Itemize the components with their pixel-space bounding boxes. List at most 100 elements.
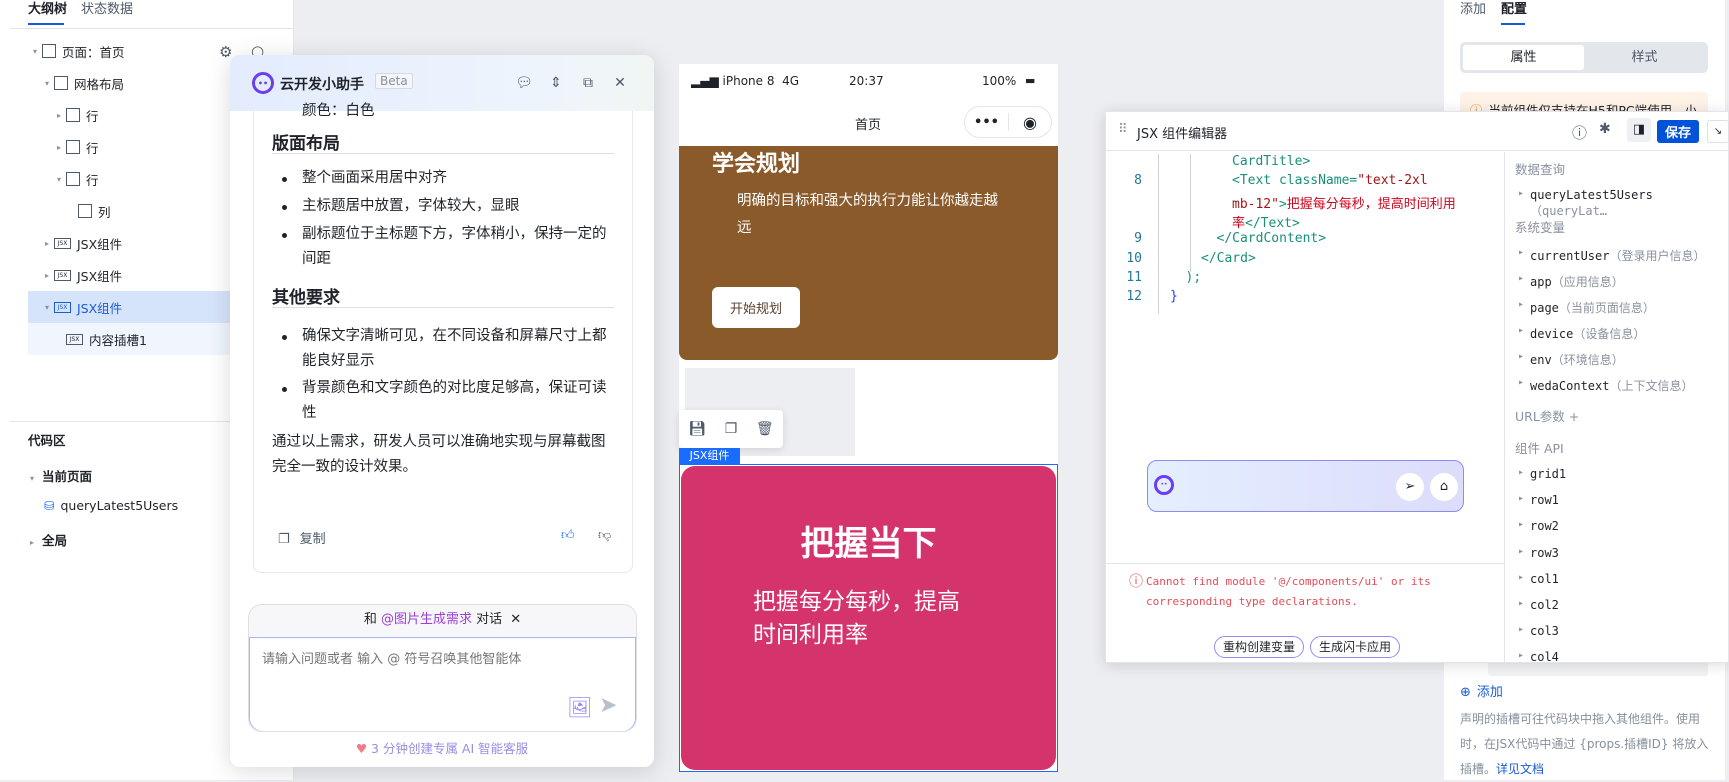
image-upload-icon[interactable]: 🖼︎	[567, 695, 592, 719]
copy-icon: ❐	[278, 532, 290, 547]
save-icon[interactable]: 💾︎	[688, 421, 706, 437]
assistant-panel: •• 云开发小助手 Beta 💬︎ ⇕ ⧉ ✕ 颜色：白色 版面布局 整个画面采…	[230, 55, 654, 767]
error-icon: ⓘ	[1129, 574, 1143, 590]
close-icon[interactable]: ✕	[610, 73, 630, 93]
assistant-header: •• 云开发小助手 Beta 💬︎ ⇕ ⧉ ✕	[230, 55, 654, 111]
context-bar: 和 @图片生成需求 对话 ✕	[249, 605, 636, 637]
code-line: }	[1170, 289, 1178, 304]
toggle-panel-icon[interactable]: ◨	[1627, 118, 1651, 142]
variables-sidebar: 数据查询queryLatest5Users （queryLat…系统变量curr…	[1504, 152, 1728, 662]
tree-node-label: JSX组件	[77, 236, 123, 252]
plan-card-subtitle: 明确的目标和强大的执行力能让你越走越远	[737, 193, 998, 236]
send-icon[interactable]: ➢	[1396, 473, 1424, 501]
caret-icon[interactable]: ▾	[52, 175, 66, 184]
component-api-item[interactable]: row3	[1518, 545, 1559, 560]
battery-icon: ▬	[1025, 74, 1036, 87]
tree-node-label: 网格布局	[74, 76, 125, 92]
open-external-icon[interactable]: ⧉	[578, 73, 598, 93]
tab-outline[interactable]: 大纲树	[28, 0, 67, 17]
component-api-item[interactable]: col3	[1518, 624, 1559, 639]
caret-icon[interactable]: ▸	[40, 271, 54, 280]
label: row3	[1530, 545, 1559, 560]
system-variable[interactable]: currentUser（登录用户信息）	[1518, 247, 1706, 264]
divider	[10, 28, 294, 29]
query-variable[interactable]: queryLatest5Users （queryLat…	[1518, 188, 1728, 219]
component-api-item[interactable]: col1	[1518, 572, 1559, 586]
refactor-variables-chip[interactable]: 重构创建变量	[1214, 636, 1305, 658]
copy-icon[interactable]: ❐	[725, 421, 738, 437]
assistant-logo-icon: ••	[252, 72, 274, 94]
help-icon[interactable]: ⓘ	[1572, 122, 1587, 143]
send-icon[interactable]: ➤	[599, 693, 617, 718]
code-token: >	[1278, 196, 1287, 212]
tab-state-data[interactable]: 状态数据	[81, 0, 133, 17]
jsx-icon: JSX	[54, 301, 71, 313]
query-item[interactable]: ⛁ queryLatest5Users	[44, 498, 178, 513]
caret-icon[interactable]: ▾	[40, 303, 54, 312]
code-token: <Text	[1232, 173, 1279, 189]
doc-link[interactable]: 详见文档	[1496, 762, 1544, 776]
list-item: 主标题居中放置，字体较大，显眼	[282, 194, 612, 219]
caret-icon[interactable]: ▾	[40, 79, 54, 88]
col-icon	[78, 204, 92, 218]
copy-button[interactable]: ❐ 复制	[278, 528, 326, 547]
plus-icon[interactable]: +	[1569, 409, 1579, 424]
divider	[272, 153, 614, 154]
component-api-item[interactable]: col2	[1518, 598, 1559, 612]
label: row1	[1530, 493, 1559, 508]
selection-outline[interactable]: 把握当下 把握每分每秒，提高时间利用率	[679, 464, 1058, 772]
component-api-item[interactable]: col4	[1518, 650, 1559, 662]
global-group[interactable]: ▸ 全局	[30, 530, 67, 549]
tab-config[interactable]: 配置	[1501, 0, 1527, 17]
clean-icon[interactable]: ⌂	[1430, 473, 1458, 501]
label: （设备信息）	[1573, 327, 1646, 341]
caret-icon[interactable]: ▸	[52, 111, 66, 120]
new-chat-icon[interactable]: 💬︎	[514, 73, 534, 93]
segment-style[interactable]: 样式	[1584, 45, 1705, 70]
system-variable[interactable]: app（应用信息）	[1518, 273, 1624, 290]
add-slot-button[interactable]: ⊕ 添加	[1460, 681, 1503, 700]
code-token: 把握每分每秒，提高时间利用	[1286, 196, 1456, 212]
current-page-group[interactable]: ▾ 当前页面	[30, 466, 92, 485]
tab-add[interactable]: 添加	[1460, 0, 1486, 17]
component-api-item[interactable]: row2	[1518, 519, 1559, 533]
ai-input[interactable]: •• ➢ ⌂	[1147, 460, 1464, 512]
divider	[1106, 563, 1504, 564]
code-token: </Card>	[1201, 250, 1256, 266]
more-icon[interactable]: •••	[965, 115, 1008, 130]
expand-collapse-icon[interactable]: ⇕	[546, 73, 566, 93]
component-api-item[interactable]: grid1	[1518, 467, 1566, 481]
code-area-title: 代码区	[28, 433, 66, 448]
start-plan-button[interactable]: 开始规划	[712, 287, 800, 328]
signal-icon: ▂▄▆	[691, 74, 719, 88]
system-variable[interactable]: env（环境信息）	[1518, 351, 1624, 368]
promo-footer[interactable]: ♥ 3 分钟创建专属 AI 智能客服	[230, 738, 654, 757]
minimize-icon[interactable]: ↘	[1707, 120, 1729, 143]
close-context-icon[interactable]: ✕	[510, 612, 521, 627]
segment-properties[interactable]: 属性	[1463, 45, 1584, 70]
label: （queryLat…	[1530, 204, 1608, 218]
debug-icon[interactable]: ✱	[1599, 121, 1611, 137]
system-variable[interactable]: page（当前页面信息）	[1518, 299, 1655, 316]
label: （登录用户信息）	[1609, 249, 1706, 263]
delete-icon[interactable]: 🗑︎	[756, 421, 774, 437]
drag-handle-icon[interactable]: ⠿	[1118, 122, 1128, 137]
selected-component-tag: JSX组件	[679, 448, 740, 464]
label: （环境信息）	[1551, 353, 1624, 367]
tree-node-label: 列	[98, 204, 111, 220]
list-item: 确保文字清晰可见，在不同设备和屏幕尺寸上都能良好显示	[282, 324, 612, 374]
label: 组件 API	[1515, 441, 1564, 456]
caret-icon[interactable]: ▾	[28, 47, 42, 56]
caret-icon[interactable]: ▸	[52, 143, 66, 152]
label: col3	[1530, 624, 1559, 639]
generate-flashcard-chip[interactable]: 生成闪卡应用	[1310, 636, 1401, 658]
system-variable[interactable]: wedaContext（上下文信息）	[1518, 377, 1693, 394]
thumbs-up-icon[interactable]: 👍︎	[561, 528, 575, 543]
slot-description: 声明的插槽可往代码块中拖入其他组件。使用时，在JSX代码中通过 {props.插…	[1460, 707, 1710, 782]
thumbs-down-icon[interactable]: 👎︎	[598, 528, 611, 543]
system-variable[interactable]: device（设备信息）	[1518, 325, 1646, 342]
close-miniapp-icon[interactable]: ◉	[1009, 113, 1051, 132]
save-button[interactable]: 保存	[1657, 120, 1699, 143]
component-api-item[interactable]: row1	[1518, 493, 1559, 508]
caret-icon[interactable]: ▸	[40, 239, 54, 248]
